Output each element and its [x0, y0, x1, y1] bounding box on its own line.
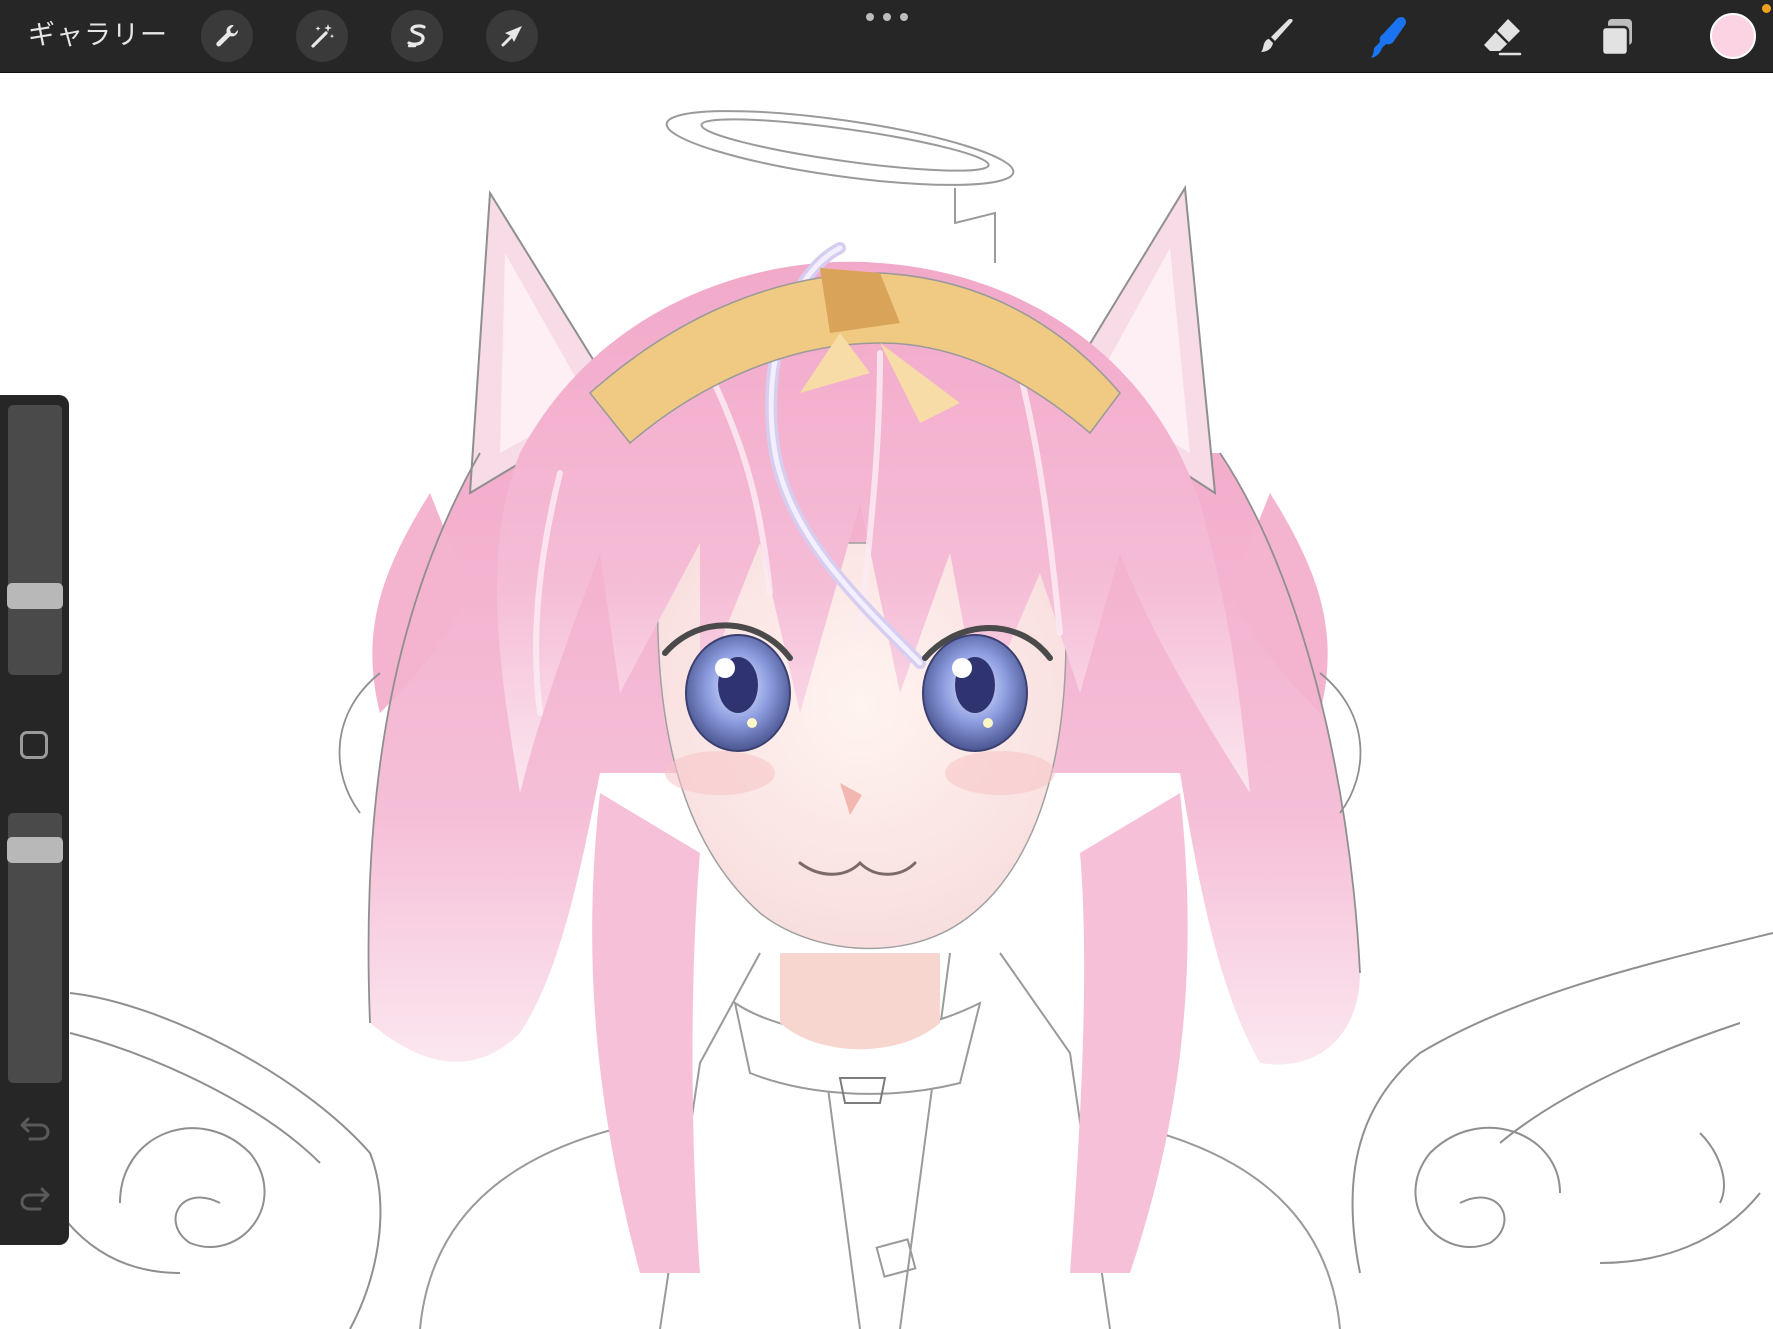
top-toolbar: ギャラリー: [0, 0, 1773, 73]
gallery-button[interactable]: ギャラリー: [28, 18, 168, 54]
actions-button[interactable]: [201, 10, 253, 62]
wrench-icon: [216, 24, 239, 47]
transform-button[interactable]: [486, 10, 538, 62]
layers-icon: [1600, 19, 1632, 57]
redo-icon[interactable]: [18, 1183, 52, 1213]
brush-size-thumb[interactable]: [7, 583, 63, 610]
eraser-icon: [1484, 19, 1522, 56]
drawing-canvas[interactable]: [0, 73, 1773, 1329]
smudge-finger-icon: [1371, 17, 1406, 58]
brush-tool-button[interactable]: [1249, 12, 1301, 62]
notification-badge: [1762, 4, 1771, 13]
magic-wand-icon: [311, 24, 335, 48]
square-icon[interactable]: [20, 731, 48, 759]
arrow-cursor-icon: [501, 26, 522, 47]
opacity-thumb[interactable]: [7, 837, 63, 864]
brush-icon: [1261, 19, 1293, 52]
undo-icon[interactable]: [18, 1113, 52, 1143]
artwork-illustration: [59, 110, 1773, 1329]
smudge-tool-button[interactable]: [1362, 12, 1414, 62]
selection-button[interactable]: [391, 10, 443, 62]
color-swatch-button[interactable]: [1710, 13, 1756, 59]
brush-size-slider[interactable]: [8, 405, 62, 675]
eraser-tool-button[interactable]: [1476, 12, 1528, 62]
ellipsis-icon[interactable]: [866, 10, 908, 24]
side-toolbar: [0, 395, 69, 1245]
layers-button[interactable]: [1592, 12, 1644, 62]
selection-s-icon: [407, 24, 426, 48]
adjustments-button[interactable]: [296, 10, 348, 62]
